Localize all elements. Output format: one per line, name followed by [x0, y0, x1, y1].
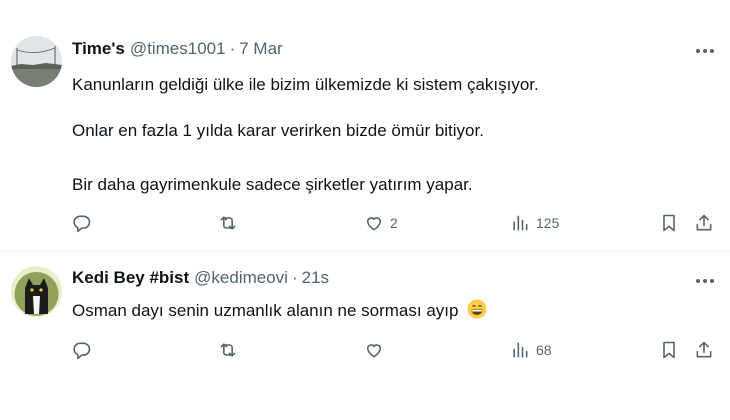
user-handle[interactable]: @kedimeovi	[194, 268, 288, 288]
views-button[interactable]: 125	[510, 211, 559, 235]
bookmark-icon	[663, 214, 675, 232]
views-chart-icon	[513, 215, 528, 231]
avatar[interactable]	[11, 266, 62, 317]
more-dots-icon[interactable]	[694, 270, 716, 292]
reply-button[interactable]	[72, 338, 92, 362]
reply-icon	[73, 342, 91, 360]
tweet-header: Kedi Bey #bist @kedimeovi · 21s	[72, 267, 329, 289]
cat-avatar-icon	[11, 266, 62, 317]
share-icon	[696, 214, 712, 231]
tweet[interactable]: Kedi Bey #bist @kedimeovi · 21s Osman da…	[0, 252, 730, 420]
tweet-header: Time's @times1001 · 7 Mar	[72, 38, 283, 60]
share-button[interactable]	[694, 211, 714, 235]
views-chart-icon	[513, 342, 528, 358]
tweet-text-line: Onlar en fazla 1 yılda karar verirken bi…	[72, 121, 484, 140]
action-bar: 2 125	[72, 211, 722, 235]
tweet-text-line: Bir daha gayrimenkule sadece şirketler y…	[72, 175, 473, 194]
separator: ·	[229, 39, 236, 58]
bookmark-button[interactable]	[659, 211, 679, 235]
bookmark-button[interactable]	[659, 338, 679, 362]
like-button[interactable]: 2	[364, 211, 398, 235]
view-count: 125	[536, 215, 560, 231]
like-count: 2	[390, 215, 398, 231]
more-dots-icon[interactable]	[694, 40, 716, 62]
like-button[interactable]	[364, 338, 384, 362]
share-button[interactable]	[694, 338, 714, 362]
action-bar: 68	[72, 338, 722, 362]
view-count: 68	[536, 342, 552, 358]
tweet[interactable]: Time's @times1001 · 7 Mar Kanunların gel…	[0, 0, 730, 252]
landscape-avatar-icon	[11, 36, 62, 87]
reply-button[interactable]	[72, 211, 92, 235]
retweet-icon	[220, 343, 236, 357]
retweet-button[interactable]	[218, 211, 238, 235]
grinning-face-emoji-icon	[467, 299, 487, 319]
heart-icon	[366, 344, 382, 358]
retweet-button[interactable]	[218, 338, 238, 362]
tweet-text-line: Kanunların geldiği ülke ile bizim ülkemi…	[72, 75, 539, 94]
tweet-text-line: Osman dayı senin uzmanlık alanın ne sorm…	[72, 299, 487, 322]
bookmark-icon	[663, 341, 675, 359]
share-icon	[696, 341, 712, 358]
user-handle[interactable]: @times1001	[130, 39, 226, 59]
separator: ·	[291, 268, 298, 287]
timestamp[interactable]: 7 Mar	[239, 39, 282, 59]
retweet-icon	[220, 216, 236, 230]
display-name[interactable]: Time's	[72, 39, 125, 59]
avatar[interactable]	[11, 36, 62, 87]
heart-icon	[366, 217, 382, 231]
display-name[interactable]: Kedi Bey #bist	[72, 268, 189, 288]
tweet-text: Osman dayı senin uzmanlık alanın ne sorm…	[72, 301, 459, 320]
views-button[interactable]: 68	[510, 338, 552, 362]
timestamp[interactable]: 21s	[302, 268, 329, 288]
reply-icon	[73, 215, 91, 233]
